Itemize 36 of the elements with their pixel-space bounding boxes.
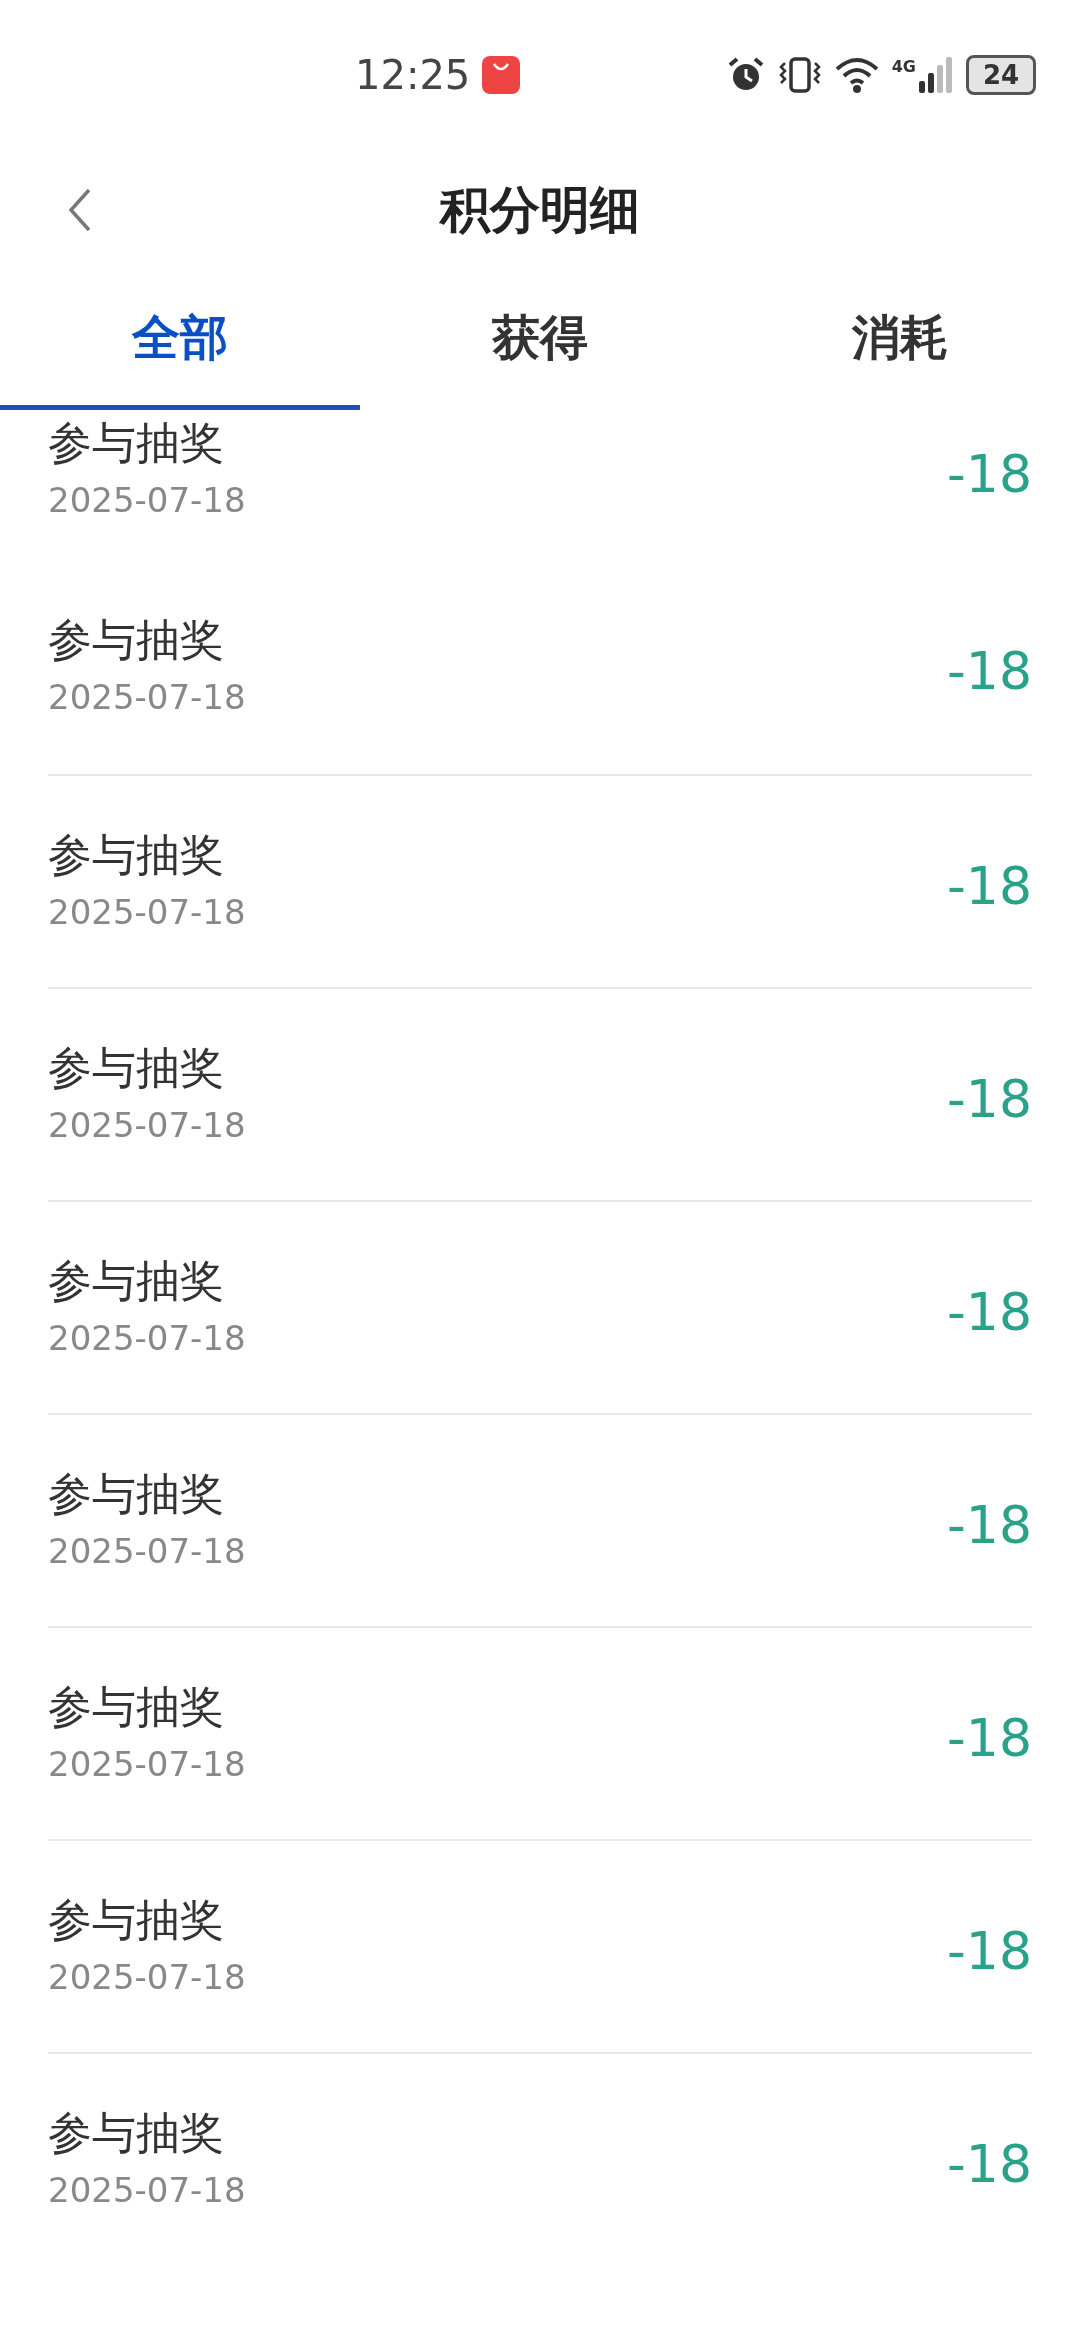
network-type: 4G [891, 57, 916, 76]
points-amount: -18 [947, 1495, 1032, 1555]
record-date: 2025-07-18 [48, 1530, 246, 1573]
record-title: 参与抽奖 [48, 828, 225, 882]
record-date: 2025-07-18 [48, 891, 246, 934]
record-title: 参与抽奖 [48, 2106, 225, 2160]
points-amount: -18 [947, 444, 1032, 504]
points-amount: -18 [947, 1921, 1032, 1981]
record-title: 参与抽奖 [48, 1041, 225, 1095]
battery-level: 24 [966, 55, 1036, 95]
back-icon[interactable] [68, 188, 92, 232]
points-amount: -18 [947, 641, 1032, 701]
record-title: 参与抽奖 [48, 1893, 225, 1947]
record-date: 2025-07-18 [48, 1956, 246, 1999]
record-title: 参与抽奖 [48, 416, 225, 470]
points-amount: -18 [947, 1282, 1032, 1342]
status-time: 12:25 [355, 52, 471, 98]
record-date: 2025-07-18 [48, 2169, 246, 2212]
signal-icon [918, 57, 954, 93]
record-title: 参与抽奖 [48, 1680, 225, 1734]
record-title: 参与抽奖 [48, 613, 225, 667]
record-date: 2025-07-18 [48, 1104, 246, 1147]
record-title: 参与抽奖 [48, 1254, 225, 1308]
points-amount: -18 [947, 2134, 1032, 2194]
record-date: 2025-07-18 [48, 1317, 246, 1360]
page-title: 积分明细 [440, 179, 640, 241]
points-amount: -18 [947, 856, 1032, 916]
record-date: 2025-07-18 [48, 676, 246, 719]
vibrate-icon [777, 55, 822, 95]
points-amount: -18 [947, 1069, 1032, 1129]
shopping-bag-icon [482, 56, 521, 94]
wifi-icon [833, 55, 880, 95]
record-date: 2025-07-18 [48, 479, 246, 522]
record-title: 参与抽奖 [48, 1467, 225, 1521]
record-date: 2025-07-18 [48, 1743, 246, 1786]
points-amount: -18 [947, 1708, 1032, 1768]
